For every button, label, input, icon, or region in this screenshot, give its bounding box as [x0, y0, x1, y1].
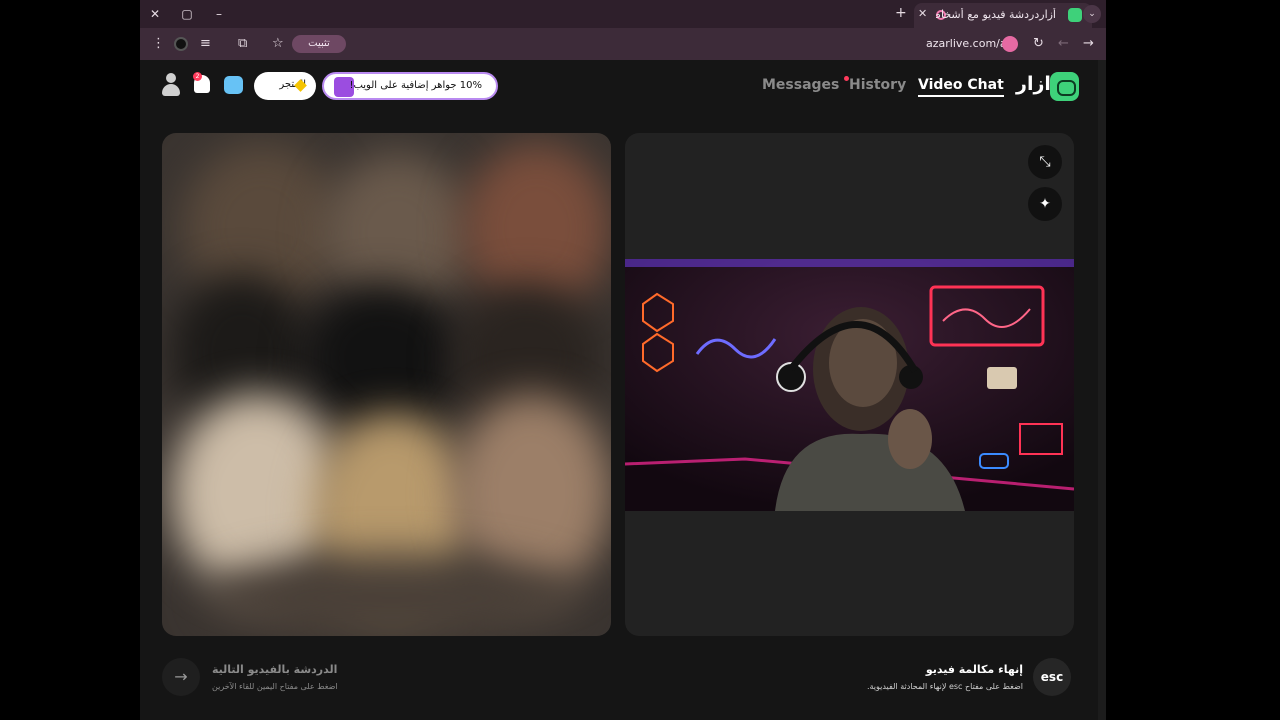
bookmark-star-icon[interactable]: ☆: [272, 36, 284, 52]
local-video-panel: ⤡ ✦: [625, 133, 1074, 636]
gems-icon[interactable]: [224, 76, 243, 94]
profile-avatar-icon[interactable]: [162, 73, 180, 97]
extensions-icon[interactable]: ⧉: [238, 36, 247, 52]
nav-messages[interactable]: Messages: [762, 77, 839, 93]
resize-icon[interactable]: ⤡: [1028, 145, 1062, 179]
forward-arrow-icon[interactable]: ←: [1058, 36, 1069, 52]
tab-title: أزاردردشة فيديو مع أشخاص ..: [936, 8, 1056, 21]
reading-list-icon[interactable]: ≡: [200, 36, 211, 52]
nav-history[interactable]: History: [849, 77, 906, 93]
close-tab-icon[interactable]: ✕: [918, 7, 927, 20]
esc-key-button[interactable]: esc: [1033, 658, 1071, 696]
promo-banner[interactable]: 10% جواهر إضافية على الويب!: [322, 72, 498, 100]
logo-text[interactable]: ازار: [1016, 73, 1051, 95]
browser-window: ✕ ▢ – + ✕ أزاردردشة فيديو مع أشخاص .. ⌄ …: [140, 0, 1106, 720]
next-chat-hint: اضغط على مفتاح اليمين للقاء الآخرين: [212, 682, 338, 691]
install-app-button[interactable]: تثبيت: [292, 35, 346, 53]
effects-wand-icon[interactable]: ✦: [1028, 187, 1062, 221]
shop-button[interactable]: المتجر: [254, 72, 316, 100]
next-chat-title: الدردشة بالفيديو التالية: [212, 663, 338, 676]
reload-icon[interactable]: ↻: [1033, 36, 1044, 52]
tab-search-icon[interactable]: ⌄: [1083, 5, 1101, 23]
promo-text: 10% جواهر إضافية على الويب!: [349, 80, 482, 91]
next-chat-arrow-icon[interactable]: →: [162, 658, 200, 696]
profile-extension-icon[interactable]: [174, 37, 188, 51]
page-scrollbar[interactable]: [1098, 60, 1106, 720]
browser-tab[interactable]: ✕ أزاردردشة فيديو مع أشخاص ..: [914, 3, 1092, 28]
local-camera-feed: [625, 259, 1074, 511]
notification-badge: 2: [193, 72, 202, 81]
end-call-hint: اضغط على مفتاح esc لإنهاء المحادثة الفيد…: [866, 682, 1023, 691]
camera-feed-image: [625, 259, 1074, 511]
azar-favicon-icon: [1068, 8, 1082, 22]
menu-icon[interactable]: ⋮: [152, 36, 165, 52]
azar-page: ازار Video Chat History Messages 10% جوا…: [140, 60, 1098, 720]
history-unread-dot: [844, 76, 849, 81]
end-call-title: إنهاء مكالمة فيديو: [925, 663, 1023, 676]
browser-toolbar: ⋮ ≡ ⧉ ☆ تثبيت azarlive.com/ar/ ↻ ← →: [140, 28, 1106, 60]
back-arrow-icon[interactable]: →: [1083, 36, 1094, 52]
minimize-window-button[interactable]: –: [209, 5, 229, 23]
maximize-window-button[interactable]: ▢: [177, 5, 197, 23]
nav-video-chat[interactable]: Video Chat: [918, 77, 1004, 97]
new-tab-button[interactable]: +: [895, 5, 907, 21]
title-bar: ✕ ▢ – + ✕ أزاردردشة فيديو مع أشخاص .. ⌄: [140, 0, 1106, 28]
azar-logo-icon[interactable]: [1050, 72, 1079, 101]
close-window-button[interactable]: ✕: [145, 5, 165, 23]
site-recording-icon[interactable]: [1002, 36, 1018, 52]
remote-video-panel: [162, 133, 611, 636]
